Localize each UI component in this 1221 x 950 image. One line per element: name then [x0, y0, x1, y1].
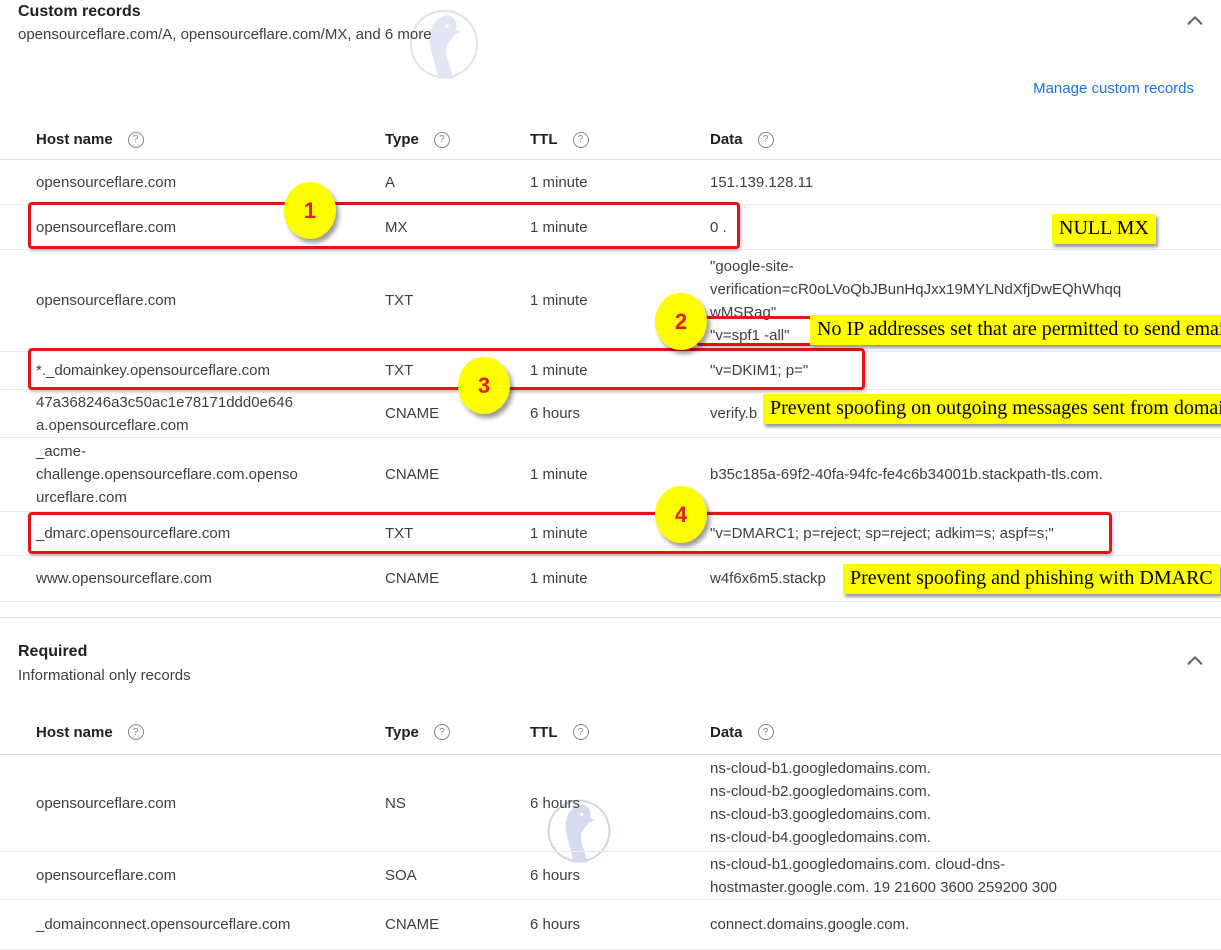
custom-records-header-row: Host name ? Type ? TTL ? Data ? — [0, 120, 1221, 160]
help-icon[interactable]: ? — [758, 132, 774, 148]
ttl-cell: 1 minute — [530, 219, 710, 236]
ttl-label: TTL — [530, 131, 558, 148]
help-icon[interactable]: ? — [758, 724, 774, 740]
host-name-column-header: Host name ? — [36, 131, 385, 148]
collapse-custom-records-chevron-up-icon[interactable] — [1184, 10, 1206, 32]
data-cell: 151.139.128.11 — [710, 171, 1221, 194]
penguin-watermark-icon — [408, 8, 480, 80]
data-cell: "v=DMARC1; p=reject; sp=reject; adkim=s;… — [710, 522, 1221, 545]
annotation-highlight-dmarc: Prevent spoofing and phishing with DMARC — [843, 564, 1220, 594]
annotation-marker-1: 1 — [284, 182, 336, 239]
data-label: Data — [710, 724, 743, 741]
type-cell: TXT — [385, 292, 530, 309]
data-cell: b35c185a-69f2-40fa-94fc-fe4c6b34001b.sta… — [710, 463, 1221, 486]
type-cell: CNAME — [385, 570, 530, 587]
ttl-label: TTL — [530, 724, 558, 741]
host-cell: 47a368246a3c50ac1e78171ddd0e646a.opensou… — [36, 391, 385, 437]
host-cell: _dmarc.opensourceflare.com — [36, 522, 385, 545]
host-cell: _domainconnect.opensourceflare.com — [36, 913, 385, 936]
type-cell: SOA — [385, 867, 530, 884]
type-cell: CNAME — [385, 916, 530, 933]
table-row: opensourceflare.comSOA6 hoursns-cloud-b1… — [0, 852, 1221, 900]
host-cell: opensourceflare.com — [36, 171, 385, 194]
host-cell: www.opensourceflare.com — [36, 567, 385, 590]
help-icon[interactable]: ? — [128, 132, 144, 148]
help-icon[interactable]: ? — [434, 724, 450, 740]
host-cell: *._domainkey.opensourceflare.com — [36, 359, 385, 382]
type-column-header: Type ? — [385, 131, 530, 148]
ttl-cell: 1 minute — [530, 174, 710, 191]
type-label: Type — [385, 724, 419, 741]
ttl-cell: 6 hours — [530, 795, 710, 812]
help-icon[interactable]: ? — [434, 132, 450, 148]
ttl-cell: 1 minute — [530, 466, 710, 483]
annotation-highlight-null-mx: NULL MX — [1052, 214, 1156, 244]
required-records-table: Host name ? Type ? TTL ? Data ? opensour… — [0, 710, 1221, 950]
type-cell: MX — [385, 219, 530, 236]
data-cell: connect.domains.google.com. — [710, 913, 1221, 936]
type-column-header: Type ? — [385, 724, 530, 741]
table-row: opensourceflare.comA1 minute151.139.128.… — [0, 160, 1221, 205]
ttl-cell: 6 hours — [530, 916, 710, 933]
ttl-cell: 1 minute — [530, 362, 710, 379]
manage-custom-records-link[interactable]: Manage custom records — [1033, 80, 1194, 97]
annotation-marker-2: 2 — [655, 293, 707, 350]
data-label: Data — [710, 131, 743, 148]
host-cell: opensourceflare.com — [36, 792, 385, 815]
required-records-subtitle: Informational only records — [18, 667, 191, 684]
table-row: _domainconnect.opensourceflare.comCNAME6… — [0, 900, 1221, 950]
table-row: opensourceflare.comNS6 hoursns-cloud-b1.… — [0, 755, 1221, 852]
data-cell: ns-cloud-b1.googledomains.com.ns-cloud-b… — [710, 757, 1221, 849]
ttl-cell: 1 minute — [530, 570, 710, 587]
annotation-highlight-spf: No IP addresses set that are permitted t… — [810, 315, 1221, 345]
host-cell: opensourceflare.com — [36, 864, 385, 887]
ttl-column-header: TTL ? — [530, 724, 710, 741]
type-cell: TXT — [385, 525, 530, 542]
host-cell: opensourceflare.com — [36, 289, 385, 312]
custom-records-title: Custom records — [18, 3, 141, 21]
type-cell: A — [385, 174, 530, 191]
table-row: _acme-challenge.opensourceflare.com.open… — [0, 438, 1221, 512]
type-label: Type — [385, 131, 419, 148]
custom-records-subtitle: opensourceflare.com/A, opensourceflare.c… — [18, 26, 432, 43]
table-row: _dmarc.opensourceflare.comTXT1 minute"v=… — [0, 512, 1221, 556]
annotation-highlight-dkim: Prevent spoofing on outgoing messages se… — [763, 394, 1221, 424]
data-cell: "v=DKIM1; p=" — [710, 359, 1221, 382]
dns-records-page: Custom records opensourceflare.com/A, op… — [0, 0, 1221, 950]
host-name-column-header: Host name ? — [36, 724, 385, 741]
host-cell: _acme-challenge.opensourceflare.com.open… — [36, 440, 385, 509]
data-column-header: Data ? — [710, 724, 1221, 741]
host-name-label: Host name — [36, 724, 113, 741]
table-row: opensourceflare.comMX1 minute0 . — [0, 205, 1221, 250]
help-icon[interactable]: ? — [573, 132, 589, 148]
type-cell: CNAME — [385, 405, 530, 422]
data-column-header: Data ? — [710, 131, 1221, 148]
ttl-column-header: TTL ? — [530, 131, 710, 148]
ttl-cell: 6 hours — [530, 405, 710, 422]
help-icon[interactable]: ? — [128, 724, 144, 740]
data-cell: ns-cloud-b1.googledomains.com. cloud-dns… — [710, 853, 1221, 899]
section-divider — [0, 617, 1221, 618]
host-name-label: Host name — [36, 131, 113, 148]
required-records-header-row: Host name ? Type ? TTL ? Data ? — [0, 710, 1221, 755]
annotation-marker-3: 3 — [458, 357, 510, 414]
help-icon[interactable]: ? — [573, 724, 589, 740]
custom-records-table: Host name ? Type ? TTL ? Data ? opensour… — [0, 120, 1221, 602]
ttl-cell: 6 hours — [530, 867, 710, 884]
annotation-marker-4: 4 — [655, 486, 707, 543]
collapse-required-records-chevron-up-icon[interactable] — [1184, 650, 1206, 672]
type-cell: NS — [385, 795, 530, 812]
required-records-title: Required — [18, 643, 87, 661]
table-row: *._domainkey.opensourceflare.comTXT1 min… — [0, 352, 1221, 390]
type-cell: CNAME — [385, 466, 530, 483]
